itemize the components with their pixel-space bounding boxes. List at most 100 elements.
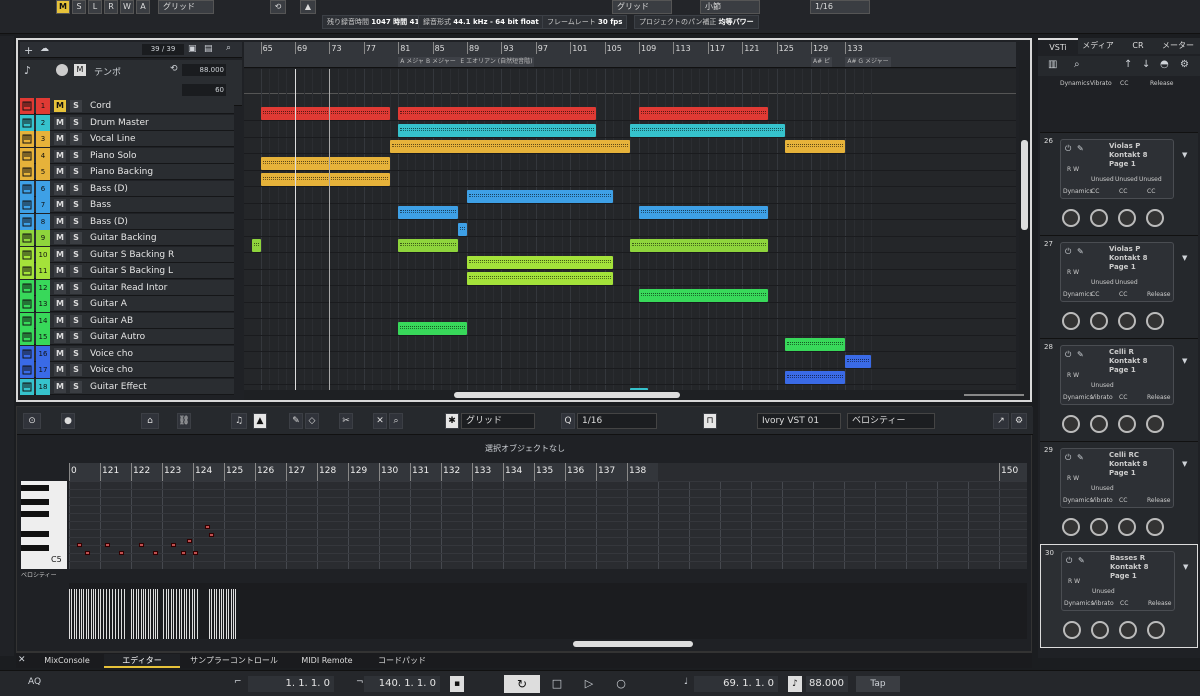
velocity-bar[interactable] — [90, 589, 92, 639]
link-icon[interactable]: ⛓ — [177, 413, 191, 429]
velocity-bar[interactable] — [230, 589, 232, 639]
solo-button[interactable]: S — [70, 166, 82, 178]
midi-part[interactable] — [845, 354, 872, 368]
velocity-bar[interactable] — [109, 589, 110, 639]
lower-zone-tab[interactable]: MIDI Remote — [288, 654, 366, 668]
midi-part[interactable] — [458, 222, 467, 236]
rack-tab[interactable]: メーター — [1158, 38, 1198, 54]
mode-button-r[interactable]: R — [104, 0, 118, 14]
track-row[interactable]: 18 M S Guitar Effect — [20, 378, 234, 395]
velocity-bar[interactable] — [112, 589, 113, 639]
quantize-value-select[interactable]: 1/16 — [810, 0, 870, 14]
velocity-bar[interactable] — [100, 589, 102, 639]
power-icon[interactable]: ⏻ — [1065, 453, 1071, 463]
midi-part[interactable] — [398, 239, 459, 252]
velocity-bar[interactable] — [228, 589, 230, 639]
black-key[interactable] — [21, 531, 49, 537]
tempo-icon[interactable]: ♪ — [788, 676, 802, 692]
left-locator-field[interactable]: 1. 1. 1. 0 — [248, 676, 334, 692]
rack-tab[interactable]: メディア — [1078, 38, 1118, 54]
midi-part[interactable] — [398, 107, 596, 120]
eraser-tool-icon[interactable]: ◇ — [305, 413, 319, 429]
playhead[interactable] — [295, 69, 296, 390]
track-name[interactable]: Vocal Line — [90, 131, 136, 147]
position-field[interactable]: 69. 1. 1. 0 — [694, 676, 778, 692]
track-name[interactable]: Guitar Effect — [90, 379, 147, 395]
zoom-tool-icon[interactable]: ⌕ — [389, 413, 403, 429]
black-key[interactable] — [21, 511, 49, 517]
rack-tab[interactable]: CR — [1118, 38, 1158, 54]
track-name[interactable]: Guitar S Backing L — [90, 263, 173, 279]
velocity-bar[interactable] — [131, 589, 132, 639]
quick-controls-panel[interactable]: ⏻ ✎ Celli R Kontakt 8 Page 1 R W Unused Dynamic… — [1060, 345, 1174, 405]
velocity-bar[interactable] — [140, 589, 142, 639]
arrow-down-icon[interactable]: ↓ — [1142, 59, 1150, 70]
velocity-bar[interactable] — [93, 589, 94, 639]
instrument-slot[interactable]: 26 ⏻ ✎ Violas P Kontakt 8 Page 1R W Unused Unus… — [1040, 132, 1198, 236]
mute-button[interactable]: M — [54, 232, 66, 244]
project-ruler[interactable]: 65 69 73 77 81 85 89 93 97 101 105 109 113 117 121 125 1… — [244, 42, 1016, 68]
editor-ruler[interactable]: 0 121 122 123 124 125 126 127 128 129 130 131 132 133… — [69, 463, 1027, 481]
mute-button[interactable]: M — [54, 100, 66, 112]
velocity-bar[interactable] — [178, 589, 180, 639]
velocity-bar[interactable] — [88, 589, 90, 639]
track-row[interactable]: 14 M S Guitar AB — [20, 312, 234, 329]
record-button[interactable]: ○ — [608, 675, 634, 693]
read-icon[interactable]: R W — [1067, 475, 1079, 482]
mute-button[interactable]: M — [54, 199, 66, 211]
zoom-slider[interactable] — [964, 394, 1024, 396]
track-row[interactable]: 8 M S Bass (D) — [20, 213, 234, 230]
scissors-tool-icon[interactable]: ✂ — [339, 413, 353, 429]
horizontal-scrollbar[interactable] — [244, 390, 1030, 400]
read-icon[interactable]: R W — [1067, 372, 1079, 379]
velocity-bar[interactable] — [115, 589, 116, 639]
solo-editor-icon[interactable]: ⌂ — [141, 413, 159, 429]
velocity-bar[interactable] — [106, 589, 107, 639]
track-row[interactable]: 5 M S Piano Backing — [20, 164, 234, 180]
velocity-bar[interactable] — [196, 589, 198, 639]
track-row[interactable]: 12 M S Guitar Read Intor — [20, 279, 234, 296]
midi-part[interactable] — [630, 123, 786, 137]
track-row[interactable]: 2 M S Drum Master — [20, 114, 234, 131]
controller-select[interactable]: ベロシティー — [847, 413, 935, 429]
solo-button[interactable]: S — [70, 347, 82, 360]
velocity-bar[interactable] — [133, 589, 135, 639]
velocity-bar[interactable] — [157, 589, 159, 639]
midi-part[interactable] — [467, 189, 614, 203]
velocity-bar[interactable] — [118, 589, 119, 639]
midi-note[interactable] — [153, 551, 158, 555]
track-name[interactable]: Guitar Backing — [90, 230, 157, 246]
read-icon[interactable]: R W — [1067, 269, 1079, 276]
quick-control-knob[interactable] — [1146, 312, 1164, 330]
mute-button[interactable]: M — [54, 331, 66, 343]
track-row[interactable]: 10 M S Guitar S Backing R — [20, 246, 234, 263]
solo-button[interactable]: S — [70, 199, 82, 211]
vertical-scrollbar[interactable] — [1019, 60, 1030, 390]
solo-button[interactable]: S — [70, 182, 82, 195]
track-row[interactable]: 15 M S Guitar Autro — [20, 329, 234, 345]
mute-button[interactable]: M — [54, 380, 66, 393]
solo-button[interactable]: S — [70, 314, 82, 327]
velocity-bar[interactable] — [138, 589, 140, 639]
velocity-bar[interactable] — [191, 589, 193, 639]
close-icon[interactable]: ✕ — [18, 655, 26, 665]
mute-button[interactable]: M — [54, 364, 66, 376]
midi-part[interactable] — [630, 239, 768, 252]
velocity-bar[interactable] — [176, 589, 177, 639]
track-name[interactable]: Piano Backing — [90, 164, 153, 180]
tempo-sync-icon[interactable]: ⟲ — [170, 64, 178, 74]
search-icon[interactable]: ⌕ — [226, 43, 231, 53]
quick-control-knob[interactable] — [1118, 312, 1136, 330]
edit-icon[interactable]: ✎ — [1077, 144, 1084, 153]
controller-lane-label[interactable]: ベロシティー — [21, 569, 67, 583]
solo-button[interactable]: S — [70, 215, 82, 228]
velocity-bar[interactable] — [211, 589, 213, 639]
track-row[interactable]: 9 M S Guitar Backing — [20, 230, 234, 246]
velocity-lane[interactable] — [69, 583, 1027, 639]
track-name[interactable]: Guitar Read Intor — [90, 280, 167, 296]
solo-button[interactable]: S — [70, 298, 82, 310]
midi-note[interactable] — [187, 539, 192, 543]
solo-button[interactable]: S — [70, 149, 82, 162]
midi-part[interactable] — [252, 239, 261, 252]
quick-control-knob[interactable] — [1119, 621, 1137, 639]
